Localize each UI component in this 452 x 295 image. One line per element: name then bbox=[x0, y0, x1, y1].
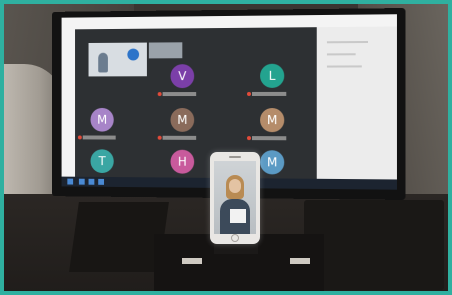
panel-text-line bbox=[326, 40, 369, 44]
participant-tile: V bbox=[155, 60, 210, 104]
participant-avatar: L bbox=[260, 63, 285, 88]
participant-name-tag bbox=[252, 136, 287, 141]
start-icon bbox=[67, 178, 74, 185]
taskbar-app-icon bbox=[88, 178, 95, 185]
shared-window-thumbnail bbox=[148, 42, 183, 59]
participant-avatar: M bbox=[170, 107, 195, 132]
participant-avatar: V bbox=[170, 64, 195, 89]
taskbar-app-icon bbox=[78, 178, 85, 185]
dock-label bbox=[290, 258, 310, 264]
person-silhouette bbox=[98, 52, 108, 73]
participant-avatar: M bbox=[260, 108, 285, 133]
device-right bbox=[304, 200, 444, 290]
self-view-video bbox=[88, 42, 147, 77]
participant-tile: M bbox=[75, 104, 129, 148]
video-meeting-grid: V L M M M T H M bbox=[75, 27, 317, 181]
caller-face bbox=[229, 179, 241, 193]
home-button bbox=[231, 234, 239, 242]
participant-tile: L bbox=[244, 60, 300, 104]
participant-name-tag bbox=[252, 91, 287, 96]
participant-name-tag bbox=[162, 135, 197, 140]
participant-name-tag bbox=[162, 92, 197, 97]
photo-frame: V L M M M T H M bbox=[0, 0, 452, 295]
panel-text-line bbox=[326, 53, 356, 56]
mic-icon bbox=[127, 48, 140, 61]
participant-name-tag bbox=[82, 135, 116, 140]
participant-avatar: M bbox=[260, 150, 285, 175]
side-panel bbox=[316, 26, 397, 182]
smartphone bbox=[210, 152, 260, 244]
phone-speaker bbox=[229, 156, 241, 158]
participant-tile: M bbox=[244, 104, 300, 148]
video-call-screen bbox=[214, 161, 256, 234]
participant-avatar: H bbox=[170, 149, 195, 174]
dock-label bbox=[182, 258, 202, 264]
taskbar-app-icon bbox=[98, 178, 105, 185]
participant-avatar: M bbox=[90, 107, 114, 132]
panel-text-line bbox=[326, 65, 362, 68]
caller-paper bbox=[230, 209, 246, 223]
participant-tile: M bbox=[155, 104, 210, 148]
participant-avatar: T bbox=[90, 149, 114, 174]
